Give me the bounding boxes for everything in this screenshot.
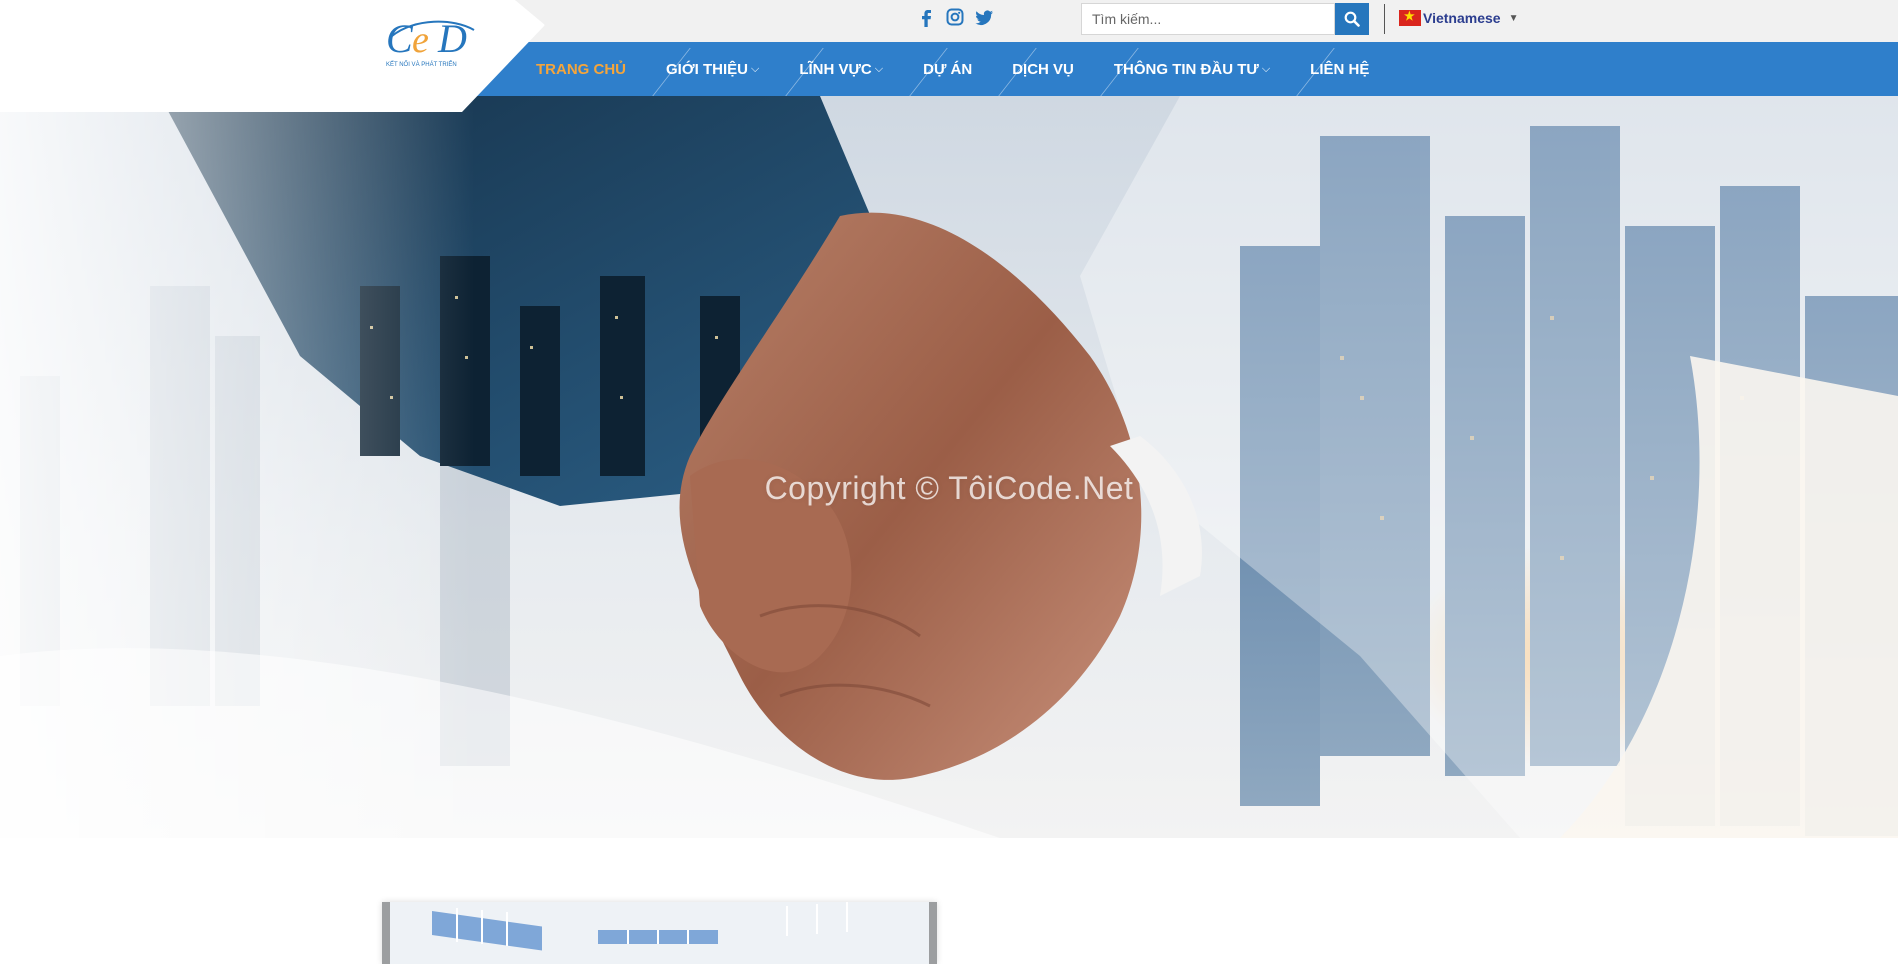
nav-item-linh-vuc[interactable]: LĨNH VỰC ⌵ bbox=[779, 42, 903, 96]
search-button[interactable] bbox=[1335, 3, 1369, 35]
facebook-icon[interactable] bbox=[918, 6, 936, 28]
office-interior-image bbox=[382, 902, 937, 964]
main-nav: TRANG CHỦ GIỚI THIỆU ⌵ LĨNH VỰC ⌵ DỰ ÁN … bbox=[516, 42, 1389, 96]
ced-logo[interactable]: C e D KẾT NỐI VÀ PHÁT TRIỂN bbox=[384, 14, 480, 70]
svg-text:C: C bbox=[386, 16, 414, 61]
nav-item-gioi-thieu[interactable]: GIỚI THIỆU ⌵ bbox=[646, 42, 779, 96]
nav-item-du-an[interactable]: DỰ ÁN bbox=[903, 42, 992, 96]
search-icon bbox=[1344, 11, 1360, 27]
vietnam-flag-icon bbox=[1399, 9, 1421, 26]
nav-item-thong-tin-dau-tu[interactable]: THÔNG TIN ĐẦU TƯ ⌵ bbox=[1094, 42, 1290, 96]
instagram-icon[interactable] bbox=[946, 6, 964, 28]
chevron-down-icon: ⌵ bbox=[750, 62, 760, 75]
hero-image-handshake-city bbox=[0, 96, 1898, 838]
logo-area: C e D KẾT NỐI VÀ PHÁT TRIỂN bbox=[0, 0, 545, 112]
search-input[interactable] bbox=[1081, 3, 1335, 35]
nav-item-label: LIÊN HỆ bbox=[1310, 60, 1370, 78]
chevron-down-icon: ⌵ bbox=[1261, 62, 1271, 75]
twitter-icon[interactable] bbox=[974, 6, 993, 28]
language-label: Vietnamese bbox=[1423, 10, 1501, 26]
copyright-watermark: Copyright © TôiCode.Net bbox=[764, 470, 1134, 506]
nav-item-lien-he[interactable]: LIÊN HỆ bbox=[1290, 42, 1389, 96]
nav-item-label: GIỚI THIỆU bbox=[666, 60, 748, 78]
nav-item-label: TRANG CHỦ bbox=[536, 60, 626, 78]
nav-item-label: LĨNH VỰC bbox=[799, 60, 872, 78]
caret-down-icon: ▼ bbox=[1508, 12, 1519, 24]
nav-item-label: DỊCH VỤ bbox=[1012, 60, 1074, 78]
chevron-down-icon: ⌵ bbox=[874, 62, 884, 75]
nav-item-dich-vu[interactable]: DỊCH VỤ bbox=[992, 42, 1094, 96]
nav-item-label: DỰ ÁN bbox=[923, 60, 973, 78]
svg-text:KẾT NỐI VÀ PHÁT TRIỂN: KẾT NỐI VÀ PHÁT TRIỂN bbox=[386, 61, 457, 68]
divider bbox=[1384, 4, 1385, 34]
hero-banner: Copyright © TôiCode.Net bbox=[0, 96, 1898, 838]
nav-item-label: THÔNG TIN ĐẦU TƯ bbox=[1113, 60, 1259, 78]
content-thumbnail-image[interactable] bbox=[382, 902, 937, 964]
social-links bbox=[918, 6, 993, 28]
language-selector[interactable]: Vietnamese ▼ bbox=[1399, 9, 1519, 26]
nav-item-trang-chu[interactable]: TRANG CHỦ bbox=[516, 42, 646, 96]
